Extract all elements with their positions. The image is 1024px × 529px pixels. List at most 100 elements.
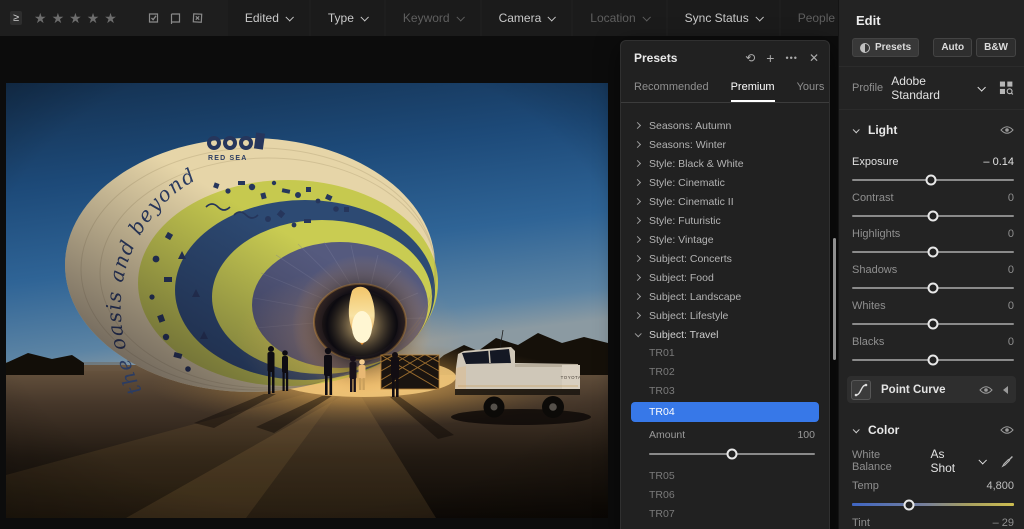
preset-category[interactable]: Seasons: Winter bbox=[621, 135, 829, 154]
amount-slider-track[interactable] bbox=[649, 453, 815, 455]
preset-category-expanded[interactable]: Subject: Travel bbox=[621, 325, 829, 344]
slider-track[interactable] bbox=[852, 287, 1014, 289]
whites-slider: Whites0 bbox=[839, 300, 1024, 325]
white-balance-dropdown[interactable]: As Shot bbox=[930, 447, 985, 475]
star-rating-filter: ★ ★ ★ ★ ★ bbox=[34, 10, 117, 27]
slider-track[interactable] bbox=[852, 215, 1014, 217]
slider-knob[interactable] bbox=[925, 175, 936, 186]
presets-button[interactable]: Presets bbox=[852, 38, 919, 57]
close-icon[interactable]: ✕ bbox=[809, 52, 819, 64]
slider-knob[interactable] bbox=[928, 355, 939, 366]
preset-category[interactable]: Style: Black & White bbox=[621, 154, 829, 173]
filter-keyword[interactable]: Keyword bbox=[386, 0, 480, 36]
filter-edited[interactable]: Edited bbox=[228, 0, 309, 36]
preset-item[interactable]: TR06 bbox=[621, 486, 829, 505]
preset-item[interactable]: TR03 bbox=[621, 382, 829, 401]
slider-knob[interactable] bbox=[928, 319, 939, 330]
pick-flag-icon[interactable] bbox=[147, 12, 160, 25]
star-icon[interactable]: ★ bbox=[52, 10, 65, 27]
chevron-down-icon bbox=[853, 426, 860, 433]
blacks-slider: Blacks0 bbox=[839, 336, 1024, 361]
filter-camera[interactable]: Camera bbox=[482, 0, 572, 36]
eye-icon[interactable] bbox=[979, 385, 993, 395]
chevron-down-icon bbox=[635, 330, 642, 337]
highlights-slider: Highlights0 bbox=[839, 228, 1024, 253]
chevron-down-icon bbox=[977, 83, 985, 91]
presets-list: Seasons: Autumn Seasons: Winter Style: B… bbox=[621, 103, 829, 529]
shadows-slider: Shadows0 bbox=[839, 264, 1024, 289]
more-options-icon[interactable]: ••• bbox=[785, 52, 797, 64]
profile-row: Profile Adobe Standard bbox=[839, 67, 1024, 109]
slider-track[interactable] bbox=[852, 503, 1014, 506]
collapse-triangle-icon[interactable] bbox=[1003, 386, 1008, 394]
exposure-slider: Exposure– 0.14 bbox=[839, 156, 1024, 181]
preset-category[interactable]: Subject: Food bbox=[621, 268, 829, 287]
slider-knob[interactable] bbox=[928, 211, 939, 222]
chevron-right-icon bbox=[634, 198, 641, 205]
eye-icon[interactable] bbox=[1000, 425, 1014, 435]
bw-button[interactable]: B&W bbox=[976, 38, 1016, 57]
preset-item[interactable]: TR01 bbox=[621, 344, 829, 363]
tab-recommended[interactable]: Recommended bbox=[634, 81, 709, 102]
preset-amount: Amount 100 bbox=[621, 423, 829, 467]
filter-location[interactable]: Location bbox=[573, 0, 665, 36]
slider-knob[interactable] bbox=[928, 283, 939, 294]
slider-track[interactable] bbox=[852, 251, 1014, 253]
color-section-header[interactable]: Color bbox=[839, 415, 1024, 445]
filter-type[interactable]: Type bbox=[311, 0, 384, 36]
star-icon[interactable]: ★ bbox=[69, 10, 82, 27]
presets-icon bbox=[860, 43, 870, 53]
slider-track[interactable] bbox=[852, 323, 1014, 325]
preset-category[interactable]: Style: Cinematic II bbox=[621, 192, 829, 211]
white-balance-label: White Balance bbox=[852, 449, 922, 473]
profile-browser-icon[interactable] bbox=[999, 80, 1014, 96]
preset-category[interactable]: Style: Futuristic bbox=[621, 211, 829, 230]
reject-flag-icon[interactable] bbox=[191, 12, 204, 25]
preset-item[interactable]: TR08 bbox=[621, 524, 829, 529]
preset-category[interactable]: Subject: Concerts bbox=[621, 249, 829, 268]
slider-knob[interactable] bbox=[928, 247, 939, 258]
edit-panel: Edit Presets Auto B&W Profile Adobe Stan… bbox=[838, 0, 1024, 529]
add-preset-icon[interactable]: + bbox=[766, 52, 774, 64]
scrollbar-thumb[interactable] bbox=[833, 238, 836, 360]
preset-item[interactable]: TR02 bbox=[621, 363, 829, 382]
chevron-down-icon bbox=[755, 13, 763, 21]
presets-tabs: Recommended Premium Yours bbox=[621, 71, 829, 102]
slider-track[interactable] bbox=[852, 359, 1014, 361]
preset-category[interactable]: Seasons: Autumn bbox=[621, 116, 829, 135]
preset-item-selected[interactable]: TR04 bbox=[631, 402, 819, 422]
rating-operator-icon[interactable]: ≥ bbox=[10, 11, 22, 25]
star-icon[interactable]: ★ bbox=[34, 10, 47, 27]
photo-canvas: RED SEA the oasis and beyond bbox=[6, 83, 608, 518]
tab-yours[interactable]: Yours bbox=[797, 81, 825, 102]
chevron-right-icon bbox=[634, 293, 641, 300]
preset-category[interactable]: Subject: Lifestyle bbox=[621, 306, 829, 325]
point-curve-row[interactable]: Point Curve bbox=[847, 376, 1016, 403]
chevron-down-icon bbox=[853, 126, 860, 133]
eye-icon[interactable] bbox=[1000, 125, 1014, 135]
star-icon[interactable]: ★ bbox=[104, 10, 117, 27]
amount-slider-knob[interactable] bbox=[727, 449, 738, 460]
point-curve-icon[interactable] bbox=[851, 380, 871, 400]
chevron-right-icon bbox=[634, 179, 641, 186]
profile-label: Profile bbox=[852, 82, 883, 94]
star-icon[interactable]: ★ bbox=[87, 10, 100, 27]
preset-category[interactable]: Style: Cinematic bbox=[621, 173, 829, 192]
lightroom-window: ≥ ★ ★ ★ ★ ★ Edited Type Keyword bbox=[0, 0, 1024, 529]
preset-item[interactable]: TR05 bbox=[621, 467, 829, 486]
light-section-header[interactable]: Light bbox=[839, 115, 1024, 145]
preset-category[interactable]: Subject: Landscape bbox=[621, 287, 829, 306]
neutral-flag-icon[interactable] bbox=[169, 12, 182, 25]
slider-knob[interactable] bbox=[903, 499, 914, 510]
tab-premium[interactable]: Premium bbox=[731, 81, 775, 102]
preset-category[interactable]: Style: Vintage bbox=[621, 230, 829, 249]
preset-item[interactable]: TR07 bbox=[621, 505, 829, 524]
profile-value-dropdown[interactable]: Adobe Standard bbox=[891, 74, 983, 102]
auto-button[interactable]: Auto bbox=[933, 38, 972, 57]
presets-panel-title: Presets bbox=[634, 51, 745, 65]
edit-actions: Presets Auto B&W bbox=[839, 38, 1024, 57]
revert-icon[interactable]: ⟲ bbox=[745, 52, 755, 64]
slider-track[interactable] bbox=[852, 179, 1014, 181]
eyedropper-icon[interactable] bbox=[1001, 455, 1014, 468]
filter-sync-status[interactable]: Sync Status bbox=[668, 0, 779, 36]
